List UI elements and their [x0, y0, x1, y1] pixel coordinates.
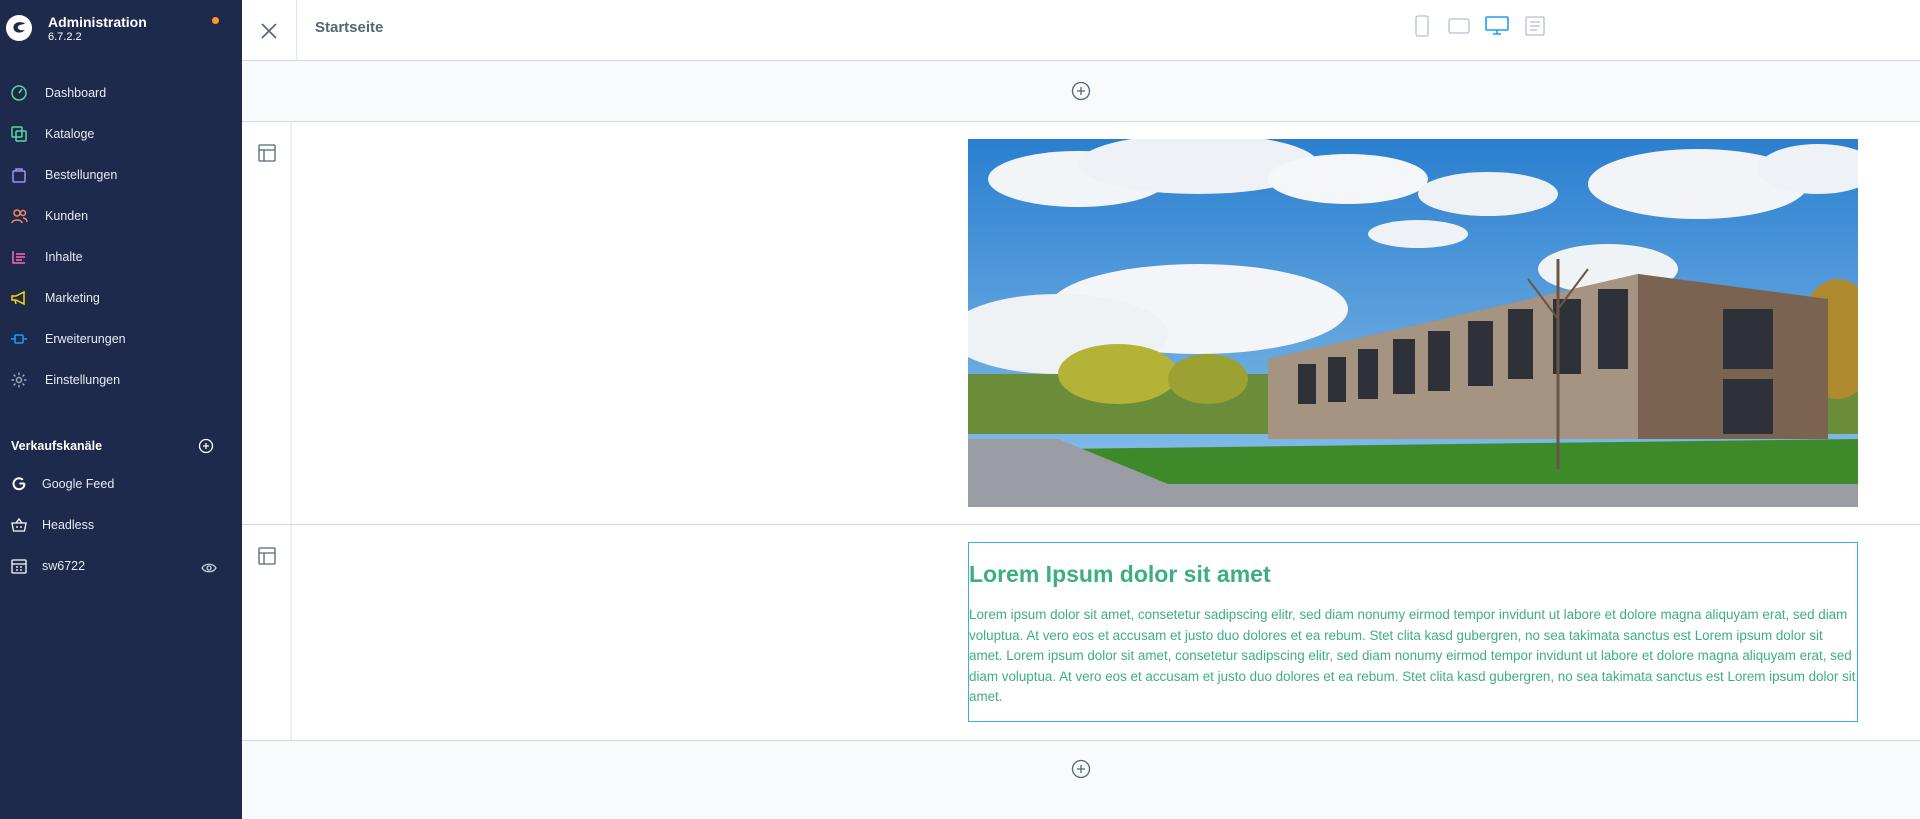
desktop-icon — [1485, 16, 1509, 35]
sidebar-item-label: Einstellungen — [45, 373, 121, 387]
users-icon — [11, 209, 28, 224]
app-version: 6.7.2.2 — [48, 31, 82, 43]
brand-header[interactable]: Administration 6.7.2.2 — [0, 0, 242, 56]
google-icon — [12, 477, 26, 491]
page-title: Startseite — [315, 19, 384, 36]
sidebar-item-label: Google Feed — [42, 477, 115, 491]
close-button[interactable] — [242, 0, 297, 61]
cms-section-image[interactable] — [242, 121, 1920, 525]
sidebar-item-label: Marketing — [45, 291, 100, 305]
shopping-bag-icon — [12, 168, 26, 183]
sidebar-item-kataloge[interactable]: Kataloge — [0, 114, 242, 155]
status-dot — [212, 17, 219, 24]
sidebar-channel-google-feed[interactable]: Google Feed — [0, 464, 242, 505]
text-heading: Lorem Ipsum dolor sit amet — [969, 561, 1271, 587]
image-element[interactable] — [968, 139, 1858, 507]
shopware-logo-icon — [6, 15, 32, 41]
gear-icon — [11, 372, 27, 388]
catalog-icon — [11, 126, 27, 142]
sidebar-item-label: sw6722 — [42, 559, 86, 573]
viewport-tablet-button[interactable] — [1445, 13, 1473, 39]
eye-icon[interactable] — [201, 561, 217, 575]
text-element[interactable]: Lorem Ipsum dolor sit amet Lorem ipsum d… — [968, 542, 1858, 722]
basket-icon — [11, 517, 27, 532]
sidebar-item-label: Kataloge — [45, 127, 95, 141]
form-icon — [1525, 16, 1545, 36]
sidebar-item-label: Dashboard — [45, 86, 107, 100]
viewport-mobile-button[interactable] — [1408, 13, 1436, 39]
content-list-icon — [12, 251, 25, 264]
sidebar-item-label: Headless — [42, 518, 95, 532]
section-sidebar — [242, 525, 292, 740]
add-section-top[interactable] — [242, 61, 1920, 121]
sidebar-item-label: Inhalte — [45, 250, 83, 264]
building-photo — [968, 139, 1858, 507]
sidebar-item-einstellungen[interactable]: Einstellungen — [0, 360, 242, 401]
mobile-icon — [1415, 15, 1429, 37]
close-icon — [261, 22, 277, 39]
sidebar-item-bestellungen[interactable]: Bestellungen — [0, 155, 242, 196]
cms-section-text[interactable]: Lorem Ipsum dolor sit amet Lorem ipsum d… — [242, 524, 1920, 741]
add-sales-channel-icon[interactable] — [198, 438, 214, 454]
section-sidebar — [242, 122, 292, 524]
add-section-bottom[interactable] — [242, 739, 1920, 799]
sidebar-item-marketing[interactable]: Marketing — [0, 278, 242, 319]
sidebar-item-label: Bestellungen — [45, 168, 118, 182]
add-circle-icon — [1071, 81, 1091, 101]
sidebar-item-erweiterungen[interactable]: Erweiterungen — [0, 319, 242, 360]
dashboard-gauge-icon — [11, 85, 27, 101]
storefront-icon — [11, 559, 27, 574]
sidebar-item-kunden[interactable]: Kunden — [0, 196, 242, 237]
sidebar-channel-headless[interactable]: Headless — [0, 505, 242, 546]
add-circle-icon — [1071, 759, 1091, 779]
sidebar-item-label: Kunden — [45, 209, 89, 223]
viewport-desktop-button[interactable] — [1483, 13, 1511, 39]
admin-sidebar: Administration 6.7.2.2 Dashboard Katalog… — [0, 0, 242, 819]
megaphone-icon — [11, 290, 25, 306]
sales-channels-title: Verkaufskanäle — [11, 439, 103, 453]
sidebar-item-dashboard[interactable]: Dashboard — [0, 73, 242, 114]
app-title: Administration — [48, 14, 147, 30]
sidebar-item-label: Erweiterungen — [45, 332, 126, 346]
sidebar-item-inhalte[interactable]: Inhalte — [0, 237, 242, 278]
viewport-form-button[interactable] — [1521, 13, 1549, 39]
tablet-icon — [1448, 18, 1470, 34]
editor-topbar: Startseite — [242, 0, 1920, 61]
section-layout-icon[interactable] — [258, 144, 276, 162]
cms-editor-canvas: Lorem Ipsum dolor sit amet Lorem ipsum d… — [242, 61, 1920, 819]
text-body: Lorem ipsum dolor sit amet, consetetur s… — [969, 607, 1856, 705]
plug-icon — [11, 334, 27, 344]
section-layout-icon[interactable] — [258, 547, 276, 565]
